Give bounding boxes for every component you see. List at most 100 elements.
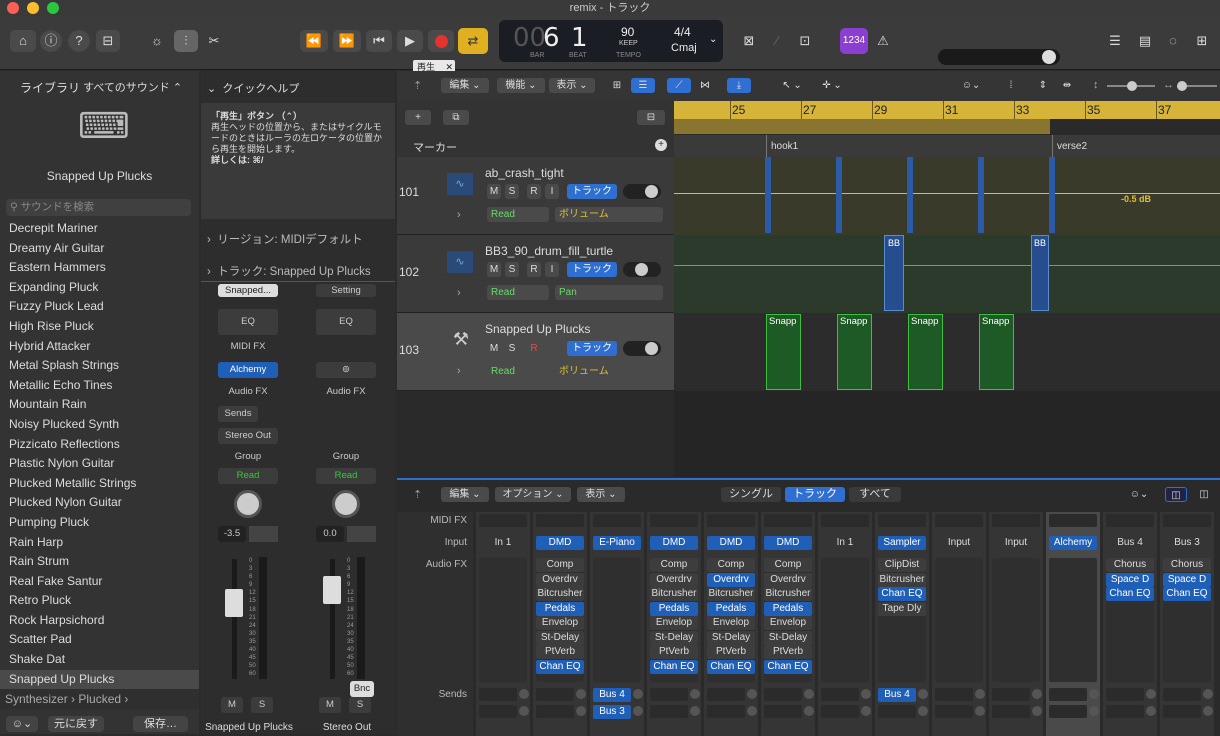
send-level-knob[interactable] — [690, 706, 700, 716]
library-list-item[interactable]: Hybrid Attacker — [0, 337, 199, 357]
input-slot[interactable]: Bus 4 — [1106, 536, 1154, 550]
audio-fx-slot[interactable]: Tape Dly — [878, 601, 926, 616]
library-filter[interactable]: すべてのサウンド ⌃ — [83, 79, 182, 95]
audio-fx-slot[interactable]: Bitcrusher — [536, 587, 584, 601]
audio-fx-slot[interactable]: Comp — [536, 558, 584, 572]
setting-button[interactable]: Setting — [316, 284, 376, 297]
flex-icon[interactable]: ⋈ — [695, 78, 715, 93]
automation-mode[interactable]: Read — [316, 468, 376, 484]
audio-fx-slot[interactable]: PtVerb — [536, 645, 584, 659]
audio-fx-slot[interactable]: Bitcrusher — [878, 572, 926, 587]
mixer-channel-strip[interactable]: DMD Comp Overdrv Bitcrusher Pedals Envelop St-… — [704, 512, 758, 736]
volume-fader[interactable] — [323, 576, 341, 604]
mixer-channel-strip[interactable]: Input — [989, 512, 1043, 736]
audio-fx-slot[interactable]: Pedals — [650, 601, 698, 616]
pointer-tool[interactable]: ↖ ⌄ — [777, 78, 807, 93]
track-toggle[interactable] — [623, 262, 661, 277]
mixer-channel-strip[interactable]: DMD Comp Overdrv Bitcrusher Pedals Envelop St-… — [761, 512, 815, 736]
mute-button[interactable]: M — [487, 184, 501, 199]
track-section[interactable]: › トラック: Snapped Up Plucks — [207, 263, 371, 279]
audio-fx-slot[interactable]: Chan EQ — [878, 587, 926, 601]
send-slot[interactable] — [707, 705, 745, 718]
send-level-knob[interactable] — [519, 706, 529, 716]
record-enable-button[interactable]: R — [527, 341, 541, 356]
marker-hook1[interactable]: hook1 — [766, 135, 1052, 157]
audio-fx-slot[interactable]: Overdrv — [536, 572, 584, 587]
notepad-icon[interactable]: ▤ — [1134, 30, 1156, 52]
track-automation-button[interactable]: トラック — [567, 341, 617, 356]
library-list-item[interactable]: Fuzzy Pluck Lead — [0, 297, 199, 317]
audio-fx-slot[interactable]: PtVerb — [764, 645, 812, 659]
audio-fx-slot[interactable]: Bitcrusher — [764, 587, 812, 601]
mixer-split-icon[interactable]: ◫ — [1193, 487, 1215, 502]
audio-fx-area[interactable] — [1049, 558, 1097, 682]
input-slot[interactable]: DMD — [764, 536, 812, 550]
library-list-item[interactable]: Shake Dat — [0, 650, 199, 670]
mixer-icon[interactable]: ⫶ — [174, 30, 198, 52]
empty-lane-area[interactable] — [674, 391, 1220, 477]
library-list-item[interactable]: Metal Splash Strings — [0, 356, 199, 376]
rewind-button[interactable]: ⏪ — [300, 30, 328, 52]
audio-fx-slot[interactable]: Pedals — [764, 601, 812, 616]
drum-region[interactable]: BB — [884, 235, 904, 311]
library-list-item[interactable]: Retro Pluck — [0, 591, 199, 611]
automation-mode-menu[interactable]: Read — [487, 207, 549, 222]
audio-fx-slot[interactable]: Envelop — [707, 616, 755, 630]
midi-fx-slot[interactable] — [1106, 514, 1154, 527]
mixer-options-menu[interactable]: オプション ⌄ — [495, 487, 571, 502]
all-view-tab[interactable]: すべて — [849, 487, 901, 502]
send-level-knob[interactable] — [1203, 689, 1213, 699]
loop-browser-icon[interactable]: ◌ — [1162, 30, 1184, 52]
region-section[interactable]: › リージョン: MIDIデフォルト — [207, 231, 363, 247]
audio-region[interactable] — [907, 157, 913, 233]
send-level-knob[interactable] — [1203, 706, 1213, 716]
send-level-knob[interactable] — [747, 706, 757, 716]
midi-fx-slot[interactable] — [1049, 514, 1097, 527]
single-view-tab[interactable]: シングル — [721, 487, 781, 502]
midi-fx-slot[interactable] — [764, 514, 812, 527]
library-list-item[interactable]: Noisy Plucked Synth — [0, 415, 199, 435]
save-button[interactable]: 保存… — [133, 716, 188, 732]
automation-mode[interactable]: Read — [218, 468, 278, 484]
smart-controls-icon[interactable]: ☼ — [146, 30, 168, 52]
track-header-selected[interactable]: 103 ⚒ Snapped Up Plucks M S R トラック › Rea… — [397, 313, 674, 391]
midi-fx-slot[interactable] — [992, 514, 1040, 527]
send-level-knob[interactable] — [804, 689, 814, 699]
setting-button[interactable]: Snapped... — [218, 284, 278, 297]
audio-fx-slot[interactable]: Bitcrusher — [650, 587, 698, 601]
solo-button[interactable]: S — [505, 184, 519, 199]
midi-fx-slot[interactable] — [593, 514, 641, 527]
send-slot[interactable]: Bus 3 — [593, 705, 631, 719]
audio-fx-slot[interactable]: Chan EQ — [1106, 587, 1154, 601]
send-level-knob[interactable] — [690, 689, 700, 699]
audio-fx-slot[interactable]: Envelop — [536, 616, 584, 630]
send-level-knob[interactable] — [633, 706, 643, 716]
midi-fx-slot[interactable] — [878, 514, 926, 527]
tracks-view-tab[interactable]: トラック — [785, 487, 845, 502]
track-name[interactable]: ab_crash_tight — [485, 166, 564, 180]
vertical-zoom-slider[interactable] — [1107, 81, 1155, 91]
pan-automation-line[interactable] — [674, 265, 1220, 266]
send-level-knob[interactable] — [633, 689, 643, 699]
midi-fx-slot[interactable] — [1163, 514, 1211, 527]
grid-icon[interactable]: ⊞ — [607, 78, 627, 93]
automation-parameter-menu[interactable]: ボリューム — [555, 364, 663, 379]
mute-button[interactable]: M — [319, 697, 341, 713]
cycle-button[interactable]: ⇄ — [458, 28, 488, 54]
audio-region[interactable] — [836, 157, 842, 233]
audio-fx-slot[interactable]: Space D — [1106, 572, 1154, 587]
record-button[interactable] — [428, 30, 454, 52]
audio-fx-slot[interactable]: Chan EQ — [707, 659, 755, 674]
send-slot[interactable]: Bus 4 — [593, 688, 631, 702]
mixer-edit-menu[interactable]: 編集 ⌄ — [441, 487, 489, 502]
library-list-item[interactable]: Plucked Nylon Guitar — [0, 493, 199, 513]
solo-button[interactable]: S — [251, 697, 273, 713]
track-toggle[interactable] — [623, 341, 661, 356]
expand-chevron-icon[interactable]: › — [457, 287, 461, 299]
send-slot[interactable] — [1106, 688, 1144, 701]
input-slot[interactable]: DMD — [707, 536, 755, 550]
add-marker-button[interactable]: + — [655, 139, 667, 151]
track-lane[interactable]: -0.5 dB — [674, 157, 1220, 235]
audio-fx-slot[interactable]: ClipDist — [878, 558, 926, 572]
send-slot[interactable]: Bus 4 — [878, 688, 916, 702]
